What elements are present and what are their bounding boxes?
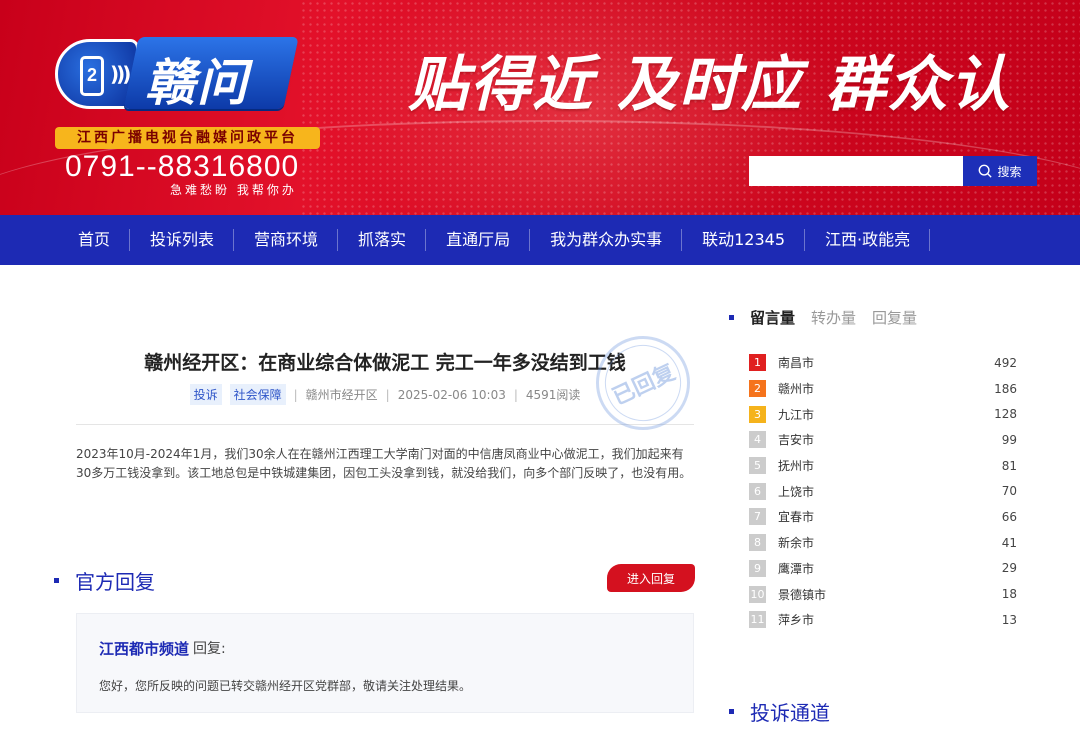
rank-city: 景德镇市 <box>778 587 827 602</box>
nav-item-complaint-list[interactable]: 投诉列表 <box>130 215 235 265</box>
section-marker <box>54 578 59 583</box>
tab-transfer-count[interactable]: 转办量 <box>811 307 856 328</box>
nav-item-jiangxi-zhengnengliang[interactable]: 江西·政能亮 <box>805 215 931 265</box>
rank-badge: 8 <box>749 534 766 552</box>
rank-city: 吉安市 <box>778 433 815 448</box>
enter-reply-button[interactable]: 进入回复 <box>607 564 695 592</box>
search-icon <box>979 164 993 178</box>
rank-badge: 11 <box>749 611 766 629</box>
list-item[interactable]: 1 南昌市 492 <box>749 350 1017 376</box>
complaint-channel-heading: 投诉通道 <box>729 697 830 726</box>
rank-badge: 3 <box>749 405 766 423</box>
city-ranking-list: 1 南昌市 492 2 赣州市 186 3 九江市 128 4 吉安市 99 5 抚州市 81 6 上饶市 70 7… <box>749 350 1017 633</box>
tab-reply-count[interactable]: 回复量 <box>872 307 917 328</box>
nav-item-business-environment[interactable]: 营商环境 <box>234 215 339 265</box>
rank-badge: 1 <box>749 354 766 372</box>
rank-badge: 2 <box>749 380 766 398</box>
nav-item-home[interactable]: 首页 <box>58 215 131 265</box>
reply-suffix: 回复: <box>193 641 226 657</box>
rank-city: 南昌市 <box>778 356 815 371</box>
header-banner: 2 ))) 赣问 江西广播电视台融媒问政平台 0791--88316800 急难… <box>0 0 1080 215</box>
list-item[interactable]: 11 萍乡市 13 <box>749 607 1017 633</box>
article-datetime: 2025-02-06 10:03 <box>397 387 506 402</box>
meta-divider <box>76 424 694 425</box>
site-logo[interactable]: 2 ))) 赣问 江西广播电视台融媒问政平台 0791--88316800 急难… <box>55 33 325 203</box>
tag-complaint[interactable]: 投诉 <box>189 384 222 405</box>
official-reply-heading: 官方回复 <box>54 566 155 595</box>
rank-count: 81 <box>1001 458 1017 473</box>
reply-card: 江西都市频道 回复: 您好，您所反映的问题已转交赣州经开区党群部，敬请关注处理结… <box>76 613 694 713</box>
search-button[interactable]: 搜索 <box>963 156 1037 186</box>
reply-org-name[interactable]: 江西都市频道 <box>99 638 189 659</box>
rank-count: 492 <box>994 355 1017 370</box>
logo-phone-digit: 2 <box>87 65 98 85</box>
list-item[interactable]: 5 抚州市 81 <box>749 453 1017 479</box>
meta-separator: | <box>385 387 390 402</box>
logo-name: 赣问 <box>145 54 249 112</box>
rank-city: 萍乡市 <box>778 613 815 628</box>
list-item[interactable]: 10 景德镇市 18 <box>749 581 1017 607</box>
list-item[interactable]: 4 吉安市 99 <box>749 427 1017 453</box>
search-button-label: 搜索 <box>997 164 1022 179</box>
rank-city: 赣州市 <box>778 382 815 397</box>
replied-stamp: 已回复 <box>592 332 694 434</box>
list-item[interactable]: 2 赣州市 186 <box>749 376 1017 402</box>
section-marker <box>729 315 734 320</box>
hotline-number: 0791--88316800 <box>65 150 300 183</box>
rank-count: 13 <box>1001 612 1017 627</box>
list-item[interactable]: 8 新余市 41 <box>749 530 1017 556</box>
rank-count: 29 <box>1001 561 1017 576</box>
nav-item-implementation[interactable]: 抓落实 <box>338 215 427 265</box>
tag-social-security[interactable]: 社会保障 <box>229 384 286 405</box>
rank-count: 18 <box>1001 587 1017 602</box>
list-item[interactable]: 9 鹰潭市 29 <box>749 556 1017 582</box>
complaint-channel-title: 投诉通道 <box>750 701 830 725</box>
platform-tag: 江西广播电视台融媒问政平台 <box>55 127 320 149</box>
list-item[interactable]: 7 宜春市 66 <box>749 504 1017 530</box>
signal-waves-icon: ))) <box>110 62 131 86</box>
rank-badge: 5 <box>749 457 766 475</box>
rank-badge: 7 <box>749 508 766 526</box>
banner-headline: 贴得近 及时应 群众认 <box>408 50 1012 120</box>
article-read-count: 4591阅读 <box>525 388 581 402</box>
phone-icon: 2 <box>80 56 104 96</box>
rank-city: 鹰潭市 <box>778 561 815 576</box>
rank-count: 128 <box>994 407 1017 422</box>
rank-badge: 6 <box>749 482 766 500</box>
search-input[interactable] <box>749 156 963 186</box>
logo-slogan: 急难愁盼 我帮你办 <box>170 183 297 197</box>
rank-badge: 9 <box>749 559 766 577</box>
rank-city: 抚州市 <box>778 459 815 474</box>
main-nav: 首页 投诉列表 营商环境 抓落实 直通厅局 我为群众办实事 联动12345 江西… <box>0 215 1080 265</box>
rank-badge: 4 <box>749 431 766 449</box>
rank-count: 186 <box>994 381 1017 396</box>
rank-count: 99 <box>1001 432 1017 447</box>
nav-item-linkage-12345[interactable]: 联动12345 <box>682 215 805 265</box>
rank-badge: 10 <box>749 585 766 603</box>
rank-city: 上饶市 <box>778 484 815 499</box>
rank-city: 宜春市 <box>778 510 815 525</box>
list-item[interactable]: 3 九江市 128 <box>749 401 1017 427</box>
article-body: 2023年10月-2024年1月，我们30余人在在赣州江西理工大学南门对面的中信… <box>76 447 692 480</box>
meta-separator: | <box>513 387 518 402</box>
section-marker <box>729 709 734 714</box>
nav-item-direct-bureaus[interactable]: 直通厅局 <box>426 215 531 265</box>
rank-city: 新余市 <box>778 536 815 551</box>
article-location: 赣州市经开区 <box>305 388 378 402</box>
rank-count: 41 <box>1001 535 1017 550</box>
rank-count: 66 <box>1001 509 1017 524</box>
list-item[interactable]: 6 上饶市 70 <box>749 478 1017 504</box>
tab-message-count[interactable]: 留言量 <box>750 307 795 328</box>
search-bar: 搜索 <box>749 156 1037 186</box>
nav-item-serve-the-people[interactable]: 我为群众办实事 <box>530 215 683 265</box>
ranking-tabs: 留言量 转办量 回复量 <box>729 307 917 328</box>
rank-city: 九江市 <box>778 407 815 422</box>
meta-separator: | <box>293 387 298 402</box>
rank-count: 70 <box>1001 484 1017 499</box>
official-reply-title: 官方回复 <box>75 570 155 594</box>
reply-text: 您好，您所反映的问题已转交赣州经开区党群部，敬请关注处理结果。 <box>99 679 472 693</box>
